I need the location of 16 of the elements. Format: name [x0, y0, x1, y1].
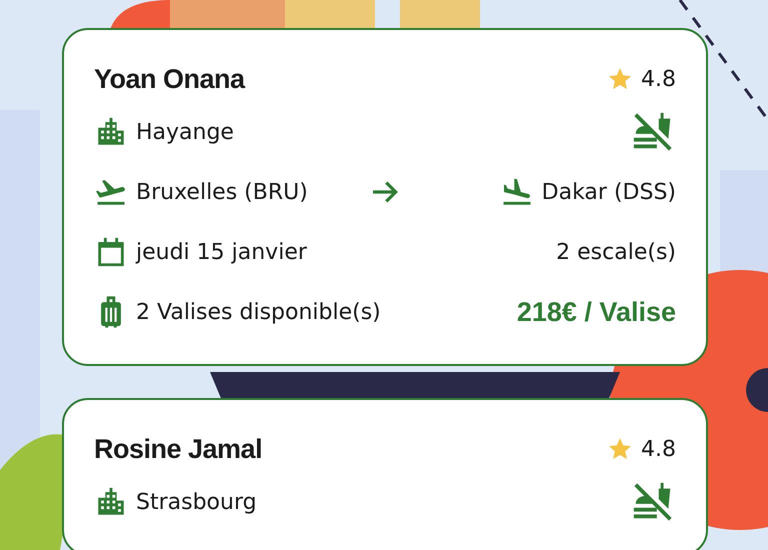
star-icon — [607, 66, 633, 92]
traveler-offer-card[interactable]: Yoan Onana 4.8 Hayange Bruxelles (BRU) Dakar (DSS) jeudi 15 janvier 2 escale(s) 2 Valises disponible(s) 218€ / Valise — [62, 28, 708, 366]
stopovers-count: 2 escale(s) — [556, 240, 676, 264]
rating-value: 4.8 — [641, 66, 676, 92]
traveler-offer-card[interactable]: Rosine Jamal 4.8 Strasbourg — [62, 398, 708, 550]
price-per-suitcase: 218€ / Valise — [516, 296, 676, 328]
available-suitcases: 2 Valises disponible(s) — [136, 300, 381, 324]
city-name: Hayange — [136, 120, 234, 144]
star-icon — [607, 436, 633, 462]
arrival-airport: Dakar (DSS) — [542, 180, 676, 204]
traveler-name: Rosine Jamal — [94, 434, 262, 464]
travel-date: jeudi 15 janvier — [136, 240, 307, 264]
departure-airport: Bruxelles (BRU) — [136, 180, 308, 204]
city-name: Strasbourg — [136, 490, 257, 514]
traveler-name: Yoan Onana — [94, 64, 245, 94]
rating-value: 4.8 — [641, 436, 676, 462]
